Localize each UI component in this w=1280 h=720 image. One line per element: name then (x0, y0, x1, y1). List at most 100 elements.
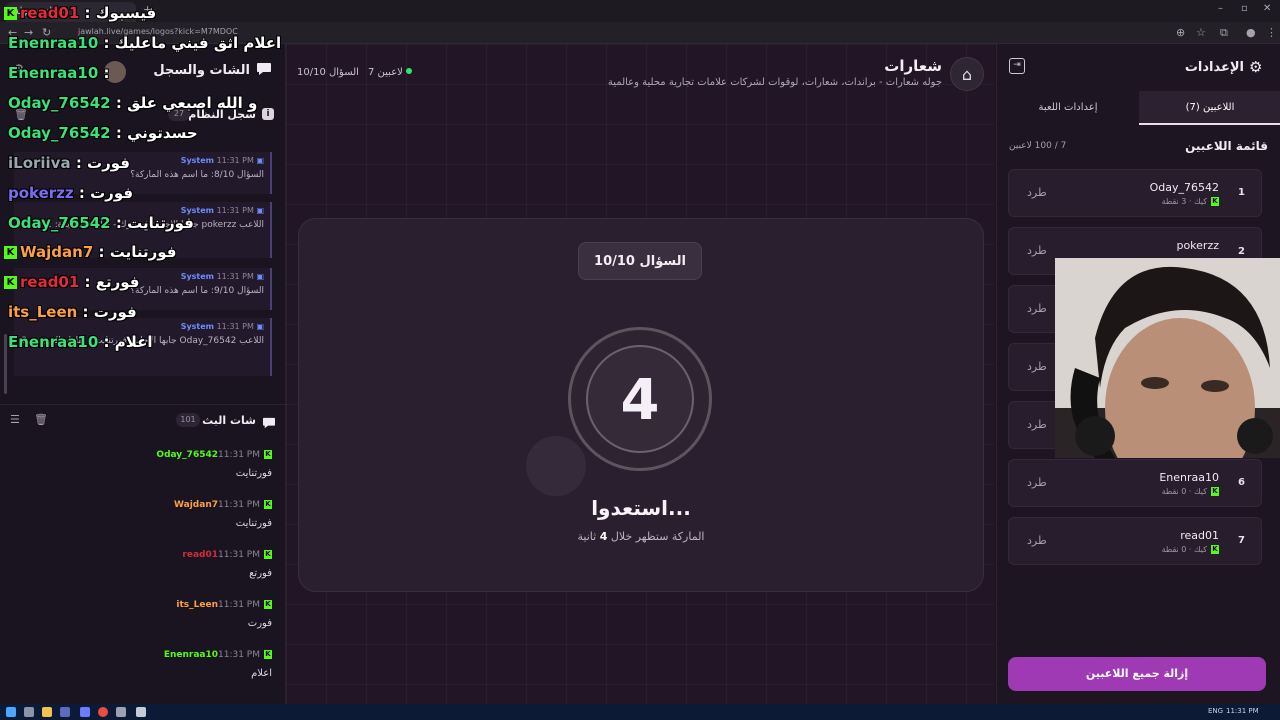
overlay-chat-line: K Wajdan7 : فورتنايت (4, 243, 176, 261)
extensions-icon[interactable]: ⧉ (1220, 26, 1228, 40)
overlay-username: Enenraa10 (8, 34, 99, 52)
player-rank: 7 (1238, 535, 1245, 546)
zoom-icon[interactable]: ⊕ (1176, 26, 1185, 39)
maximize-button[interactable]: ▫ (1241, 3, 1248, 14)
collapse-panel-icon[interactable]: ⇥ (1009, 58, 1025, 74)
message-time: 11:31 PM (216, 272, 254, 281)
kick-icon: K (4, 7, 17, 20)
kick-player-button[interactable]: طرد (1027, 360, 1047, 373)
minimize-button[interactable]: – (1218, 3, 1223, 14)
profile-icon[interactable]: ● (1246, 26, 1256, 39)
player-platform: كيك (1194, 487, 1207, 496)
taskbar: ENG 11:31 PM (0, 704, 1280, 720)
player-meta: Kكيك · 3 نقطة (1161, 197, 1219, 206)
player-name: pokerzz (1176, 239, 1219, 252)
overlay-text: : حسدتوني (110, 124, 198, 142)
chrome-icon[interactable] (98, 707, 108, 717)
overlay-text: : فيسبوك (79, 4, 157, 22)
language-indicator[interactable]: ENG (1208, 707, 1223, 715)
stream-message: K Oday_7654211:31 PM فورتنايت (8, 450, 272, 479)
system-sender: System (180, 322, 215, 331)
system-sender: System (180, 156, 215, 165)
home-button[interactable]: ⌂ (950, 57, 984, 91)
kick-player-button[interactable]: طرد (1027, 476, 1047, 489)
question-badge: السؤال 10/10 (578, 242, 702, 280)
chat-text: فورتنايت (235, 518, 272, 529)
ready-heading: استعدوا... (591, 496, 691, 520)
player-card: 1 Oday_76542 Kكيك · 3 نقطة طرد (1008, 169, 1262, 217)
overlay-text: : فورتنايت (110, 214, 194, 232)
chat-username[interactable]: Wajdan7 (174, 500, 218, 510)
stream-chat-header: شات البث 101 🗑 ☰ (0, 404, 286, 434)
overlay-chat-line: Kread01 : فورتع (4, 273, 140, 291)
trash-icon[interactable]: 🗑 (34, 413, 48, 426)
chat-log-title: الشات والسجل (153, 63, 250, 78)
overlay-chat-line: Oday_76542 : فورتنايت (8, 214, 194, 232)
players-online: 7 لاعبين (368, 67, 412, 78)
search-icon[interactable] (24, 707, 34, 717)
kick-icon: K (264, 450, 272, 459)
chat-username[interactable]: read01 (182, 550, 218, 560)
overlay-chat-line: its_Leen : فورت (8, 303, 137, 321)
app-icon[interactable] (60, 707, 70, 717)
tab-players[interactable]: اللاعبين (7) (1139, 91, 1280, 125)
menu-icon[interactable]: ⋮ (1266, 26, 1277, 39)
overlay-chat-line: Oday_76542 : حسدتوني (8, 124, 198, 142)
overlay-username: iLoriiva (8, 154, 71, 172)
overlay-username: Oday_76542 (8, 214, 111, 232)
overlay-username: Oday_76542 (8, 124, 111, 142)
player-card: 7 read01 Kكيك · 0 نقطة طرد (1008, 517, 1262, 565)
message-time: 11:31 PM (216, 206, 254, 215)
kick-player-button[interactable]: طرد (1027, 534, 1047, 547)
kick-icon: K (264, 500, 272, 509)
clock[interactable]: 11:31 PM (1226, 707, 1259, 715)
overlay-username: read01 (20, 273, 80, 291)
chat-username[interactable]: Oday_76542 (156, 450, 218, 460)
start-icon[interactable] (6, 707, 16, 717)
kick-icon: K (1211, 487, 1219, 496)
webcam-overlay (1055, 258, 1280, 458)
message-time: 11:31 PM (216, 156, 254, 165)
overlay-text: : فورت (73, 184, 134, 202)
countdown-ghost (526, 436, 586, 496)
remove-all-players-button[interactable]: إزالة جميع اللاعبين (1008, 657, 1266, 691)
kick-player-button[interactable]: طرد (1027, 244, 1047, 257)
player-name: Oday_76542 (1149, 181, 1219, 194)
filter-icon[interactable]: ☰ (10, 413, 20, 426)
kick-icon: K (264, 550, 272, 559)
chat-username[interactable]: its_Leen (176, 600, 218, 610)
message-time: 11:31 PM (218, 450, 260, 460)
player-rank: 6 (1238, 477, 1245, 488)
overlay-chat-line: Enenraa10 : اعلام اثق فيني ماعليك (8, 34, 281, 52)
kick-player-button[interactable]: طرد (1027, 302, 1047, 315)
question-counter: السؤال 10/10 (297, 67, 359, 78)
overlay-username: read01 (20, 4, 80, 22)
overlay-username: Enenraa10 (8, 333, 99, 351)
app-icon[interactable] (136, 707, 146, 717)
game-title: شعارات (884, 57, 942, 75)
discord-icon[interactable] (80, 707, 90, 717)
kick-icon: K (4, 246, 17, 259)
browser-tab-bar: جولة - جولة + – ▫ ✕ (0, 0, 1280, 22)
stream-chat-title: شات البث (202, 414, 256, 427)
overlay-username: pokerzz (8, 184, 74, 202)
bookmark-star-icon[interactable]: ☆ (1196, 26, 1206, 39)
kick-player-button[interactable]: طرد (1027, 186, 1047, 199)
tab-game-settings[interactable]: إعدادات اللعبة (997, 91, 1139, 125)
chat-username[interactable]: Enenraa10 (164, 650, 218, 660)
overlay-text: : اعلام اثق فيني ماعليك (98, 34, 282, 52)
chat-text: فورت (247, 618, 272, 629)
scrollbar[interactable] (4, 334, 7, 394)
message-time: 11:31 PM (216, 322, 254, 331)
settings-title: الإعدادات (1184, 60, 1244, 75)
reveal-suffix: ثانية (577, 530, 597, 543)
close-window-button[interactable]: ✕ (1263, 3, 1271, 14)
kick-player-button[interactable]: طرد (1027, 418, 1047, 431)
file-explorer-icon[interactable] (42, 707, 52, 717)
player-points: 3 نقطة (1161, 197, 1187, 206)
stream-message: K Wajdan711:31 PM فورتنايت (8, 500, 272, 529)
overlay-text: : و الله اصبعي علق (110, 94, 258, 112)
overlay-username: Wajdan7 (20, 243, 94, 261)
obs-icon[interactable] (116, 707, 126, 717)
overlay-text: : فورت (77, 303, 137, 321)
